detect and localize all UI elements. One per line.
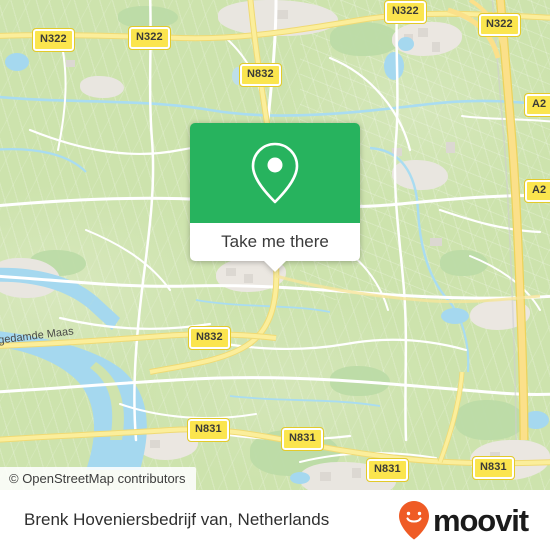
moovit-pin-icon [398, 501, 429, 540]
attribution-text: © OpenStreetMap contributors [9, 471, 186, 486]
location-popup[interactable]: Take me there [190, 123, 360, 272]
map-canvas[interactable]: gedamde Maas N322 N322 N322 N322 N832 A2 A2 N83… [0, 0, 550, 490]
route-shield: N831 [472, 456, 515, 480]
route-shield: N831 [281, 427, 324, 451]
place-name: Brenk Hoveniersbedrijf van, Netherlands [24, 510, 330, 529]
screenshot-root: gedamde Maas N322 N322 N322 N322 N832 A2 A2 N83… [0, 0, 550, 550]
take-me-there-label: Take me there [221, 232, 329, 251]
route-shield: N322 [32, 28, 75, 52]
route-shield: N322 [128, 26, 171, 50]
take-me-there-button[interactable]: Take me there [190, 223, 360, 261]
map-attribution[interactable]: © OpenStreetMap contributors [0, 467, 196, 490]
popup-header [190, 123, 360, 223]
moovit-logo[interactable]: moovit [397, 500, 529, 540]
footer-bar: Brenk Hoveniersbedrijf van, Netherlands … [0, 490, 550, 550]
route-shield: N832 [239, 63, 282, 87]
map-pin-icon [251, 142, 299, 204]
popup-pointer [263, 260, 287, 272]
moovit-wordmark: moovit [432, 502, 529, 538]
route-shield: N831 [187, 418, 230, 442]
route-shield: N322 [384, 0, 427, 24]
route-shield: N832 [188, 326, 231, 350]
route-shield: N831 [366, 458, 409, 482]
route-shield: N322 [478, 13, 521, 37]
route-shield: A2 [523, 179, 550, 203]
route-shield: A2 [523, 93, 550, 117]
